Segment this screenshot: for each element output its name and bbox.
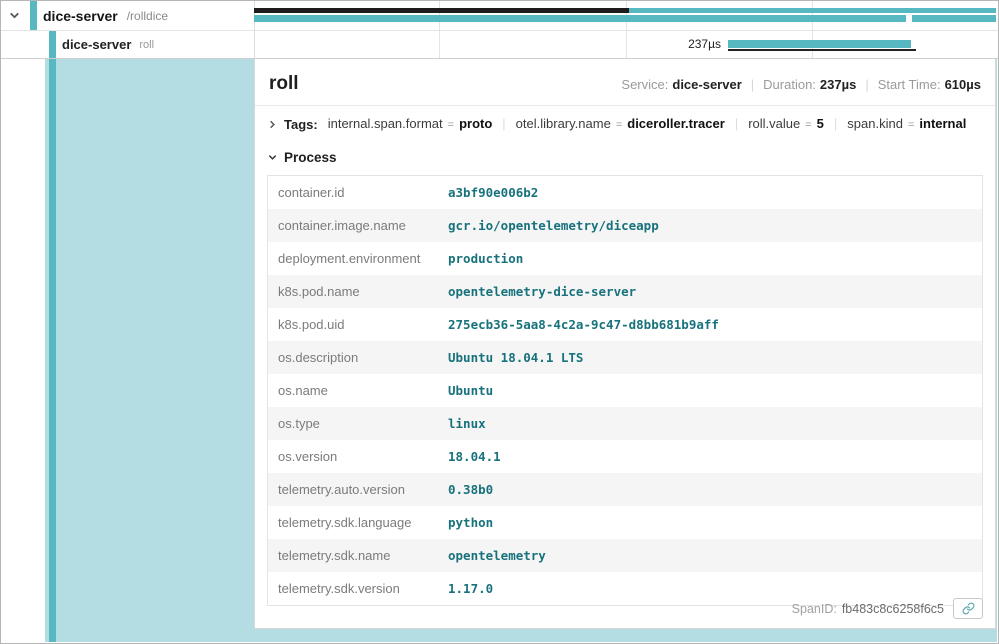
tag-value: proto	[459, 115, 492, 133]
tag-value: 5	[817, 115, 824, 133]
process-value: Ubuntu	[438, 374, 983, 407]
tag-key: span.kind	[847, 115, 903, 133]
start-time-value: 610µs	[945, 77, 981, 92]
process-key: os.name	[268, 374, 439, 407]
tag-equals: =	[616, 116, 622, 134]
detail-footer: SpanID: fb483c8c6258f6c5	[255, 589, 995, 628]
span-bar-overlay	[728, 49, 916, 51]
process-row: container.ida3bf90e006b2	[268, 176, 983, 210]
process-value: linux	[438, 407, 983, 440]
process-toggle[interactable]: Process	[255, 143, 995, 171]
process-row: container.image.namegcr.io/opentelemetry…	[268, 209, 983, 242]
tags-list: internal.span.format=protootel.library.n…	[328, 115, 967, 134]
span-detail-region: roll Service: dice-server | Duration: 23…	[45, 59, 997, 642]
process-row: k8s.pod.nameopentelemetry-dice-server	[268, 275, 983, 308]
process-table: container.ida3bf90e006b2container.image.…	[267, 175, 983, 606]
tag-equals: =	[448, 116, 454, 134]
deep-link-button[interactable]	[953, 598, 983, 619]
process-row: deployment.environmentproduction	[268, 242, 983, 275]
process-value: 275ecb36-5aa8-4c2a-9c47-d8bb681b9aff	[438, 308, 983, 341]
process-value: production	[438, 242, 983, 275]
span-detail-card: roll Service: dice-server | Duration: 23…	[254, 59, 996, 629]
tags-label: Tags:	[284, 116, 318, 134]
service-value: dice-server	[672, 77, 741, 92]
process-value: gcr.io/opentelemetry/diceapp	[438, 209, 983, 242]
process-row: os.typelinux	[268, 407, 983, 440]
process-value: opentelemetry	[438, 539, 983, 572]
process-value: opentelemetry-dice-server	[438, 275, 983, 308]
process-table-body: container.ida3bf90e006b2container.image.…	[268, 176, 983, 606]
process-key: os.version	[268, 440, 439, 473]
tag-item: internal.span.format = proto	[328, 115, 493, 134]
process-value: python	[438, 506, 983, 539]
tag-value: internal	[919, 115, 966, 133]
tag-item: span.kind = internal	[824, 115, 966, 134]
process-key: k8s.pod.name	[268, 275, 439, 308]
tag-key: otel.library.name	[516, 115, 611, 133]
chevron-right-icon[interactable]	[267, 119, 278, 130]
span-service-name[interactable]: dice-server	[43, 8, 118, 24]
tag-item: roll.value = 5	[725, 115, 824, 134]
spanid-label: SpanID:	[792, 602, 837, 616]
process-key: os.description	[268, 341, 439, 374]
process-value: 0.38b0	[438, 473, 983, 506]
tag-key: internal.span.format	[328, 115, 443, 133]
indent-guide-bar	[49, 59, 56, 642]
tag-value: diceroller.tracer	[627, 115, 725, 133]
process-key: k8s.pod.uid	[268, 308, 439, 341]
duration-label: Duration:	[763, 77, 816, 92]
chevron-down-icon[interactable]	[267, 152, 278, 163]
process-row: os.nameUbuntu	[268, 374, 983, 407]
tag-equals: =	[805, 116, 811, 134]
link-icon	[962, 602, 975, 615]
span-bar[interactable]	[728, 40, 911, 48]
span-bar-segment[interactable]	[629, 8, 996, 13]
process-key: telemetry.sdk.language	[268, 506, 439, 539]
stat-separator: |	[865, 77, 868, 92]
span-bar[interactable]	[254, 15, 906, 22]
chevron-down-icon[interactable]	[8, 9, 21, 22]
process-row: os.version18.04.1	[268, 440, 983, 473]
process-key: container.id	[268, 176, 439, 210]
service-color-bar	[49, 31, 56, 58]
stat-separator: |	[751, 77, 754, 92]
span-operation-name: /rolldice	[127, 9, 168, 23]
process-key: telemetry.sdk.name	[268, 539, 439, 572]
span-operation-name: roll	[139, 39, 154, 51]
process-key: os.type	[268, 407, 439, 440]
detail-header: roll Service: dice-server | Duration: 23…	[255, 59, 995, 106]
process-row: os.descriptionUbuntu 18.04.1 LTS	[268, 341, 983, 374]
process-value: a3bf90e006b2	[438, 176, 983, 210]
process-row: telemetry.sdk.nameopentelemetry	[268, 539, 983, 572]
span-row-selected[interactable]: dice-server roll 237µs	[1, 31, 998, 59]
spanid-value: fb483c8c6258f6c5	[842, 602, 944, 616]
tags-toggle[interactable]: Tags: internal.span.format=protootel.lib…	[255, 106, 995, 143]
start-time-label: Start Time:	[878, 77, 941, 92]
tag-equals: =	[908, 116, 914, 134]
span-service-name[interactable]: dice-server	[62, 37, 131, 52]
process-label: Process	[284, 150, 337, 165]
tag-key: roll.value	[748, 115, 800, 133]
duration-value: 237µs	[820, 77, 856, 92]
process-row: telemetry.auto.version0.38b0	[268, 473, 983, 506]
process-value: Ubuntu 18.04.1 LTS	[438, 341, 983, 374]
trace-view: dice-server /rolldice dice-server roll 2…	[0, 0, 999, 644]
process-row: telemetry.sdk.languagepython	[268, 506, 983, 539]
process-value: 18.04.1	[438, 440, 983, 473]
span-bar-segment[interactable]	[912, 15, 996, 22]
span-row-parent[interactable]: dice-server /rolldice	[1, 1, 998, 31]
process-key: container.image.name	[268, 209, 439, 242]
process-key: deployment.environment	[268, 242, 439, 275]
span-stats: Service: dice-server | Duration: 237µs |…	[621, 77, 981, 92]
process-key: telemetry.auto.version	[268, 473, 439, 506]
span-duration-label: 237µs	[649, 31, 721, 58]
span-title: roll	[269, 73, 299, 95]
service-color-bar	[30, 1, 37, 30]
tag-item: otel.library.name = diceroller.tracer	[492, 115, 725, 134]
service-label: Service:	[621, 77, 668, 92]
span-bar-child-overlay[interactable]	[254, 8, 629, 13]
process-row: k8s.pod.uid275ecb36-5aa8-4c2a-9c47-d8bb6…	[268, 308, 983, 341]
